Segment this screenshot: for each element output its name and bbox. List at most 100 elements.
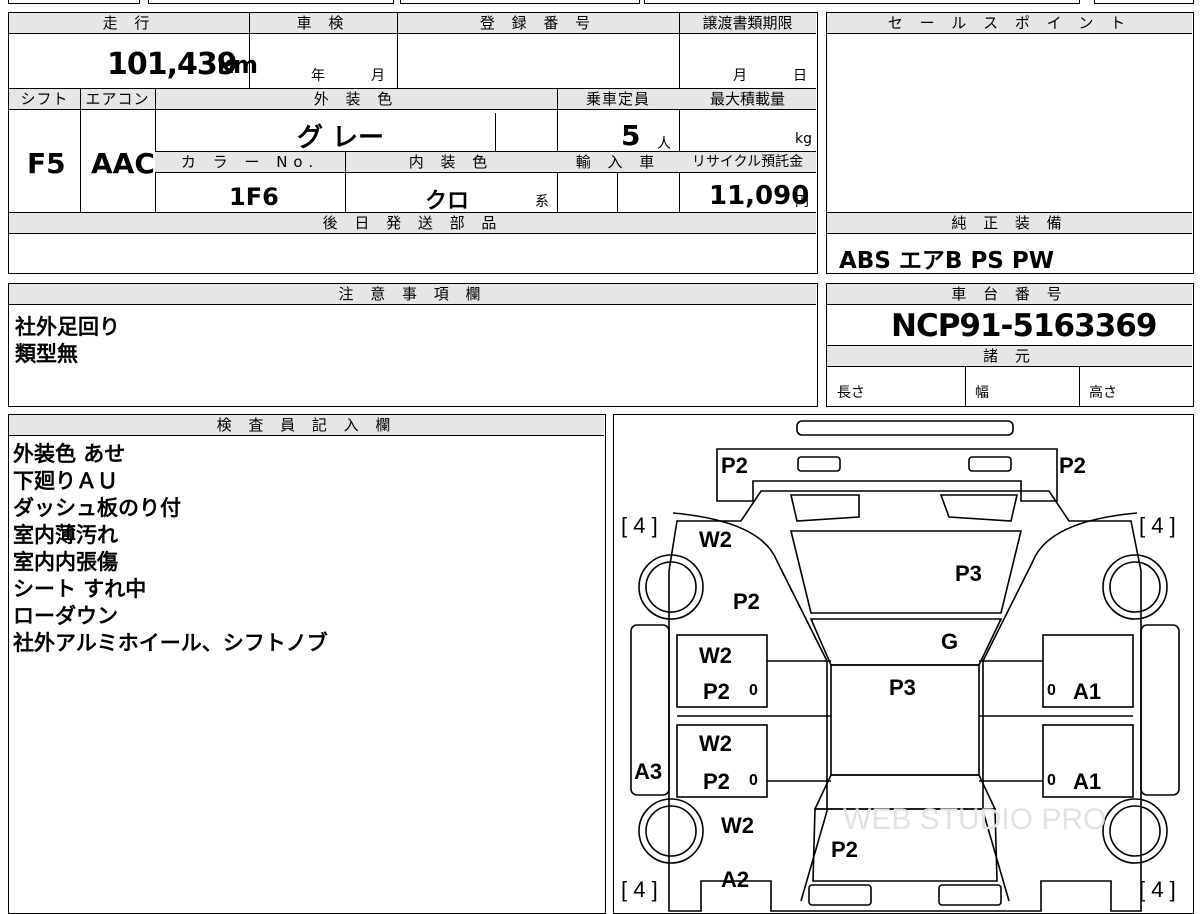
inspector-header: 検 査 員 記 入 欄: [9, 415, 604, 436]
rear-bumper-right-shape: [938, 884, 1002, 906]
code-label: W2: [721, 813, 754, 838]
deadline-day-unit: 日: [793, 68, 807, 84]
spec-height: 高さ: [1089, 385, 1117, 401]
windshield-shape: [809, 618, 1003, 666]
capacity-header: 乗車定員: [557, 89, 679, 110]
inspector-line: 室内内張傷: [13, 550, 118, 574]
zero-mark: 0: [1047, 772, 1056, 789]
car-diagram-box: [ 4 ] [ 4 ] [ 4 ] [ 4 ] P2 P2 W2 P2 P3 G…: [613, 414, 1194, 914]
tire-tr-label: [ 4 ]: [1139, 513, 1176, 538]
sales-point-block: セ ー ル ス ポ イ ン ト 純 正 装 備 ABS エアB PS PW: [826, 12, 1194, 274]
specs-header: 諸 元: [827, 346, 1192, 367]
zero-mark: 0: [749, 682, 758, 699]
vehicle-info-block: 走 行 車 検 登 録 番 号 譲渡書類期限 101,439 km 年 月 月 …: [8, 12, 818, 274]
standard-equipment-value: ABS エアB PS PW: [839, 248, 1055, 274]
headlight-right-shape: [939, 494, 1019, 522]
headlight-left-shape: [789, 494, 860, 522]
inspector-line: シート すれ中: [13, 577, 147, 601]
code-label: P2: [831, 837, 858, 862]
capacity-unit: 人: [657, 136, 671, 152]
tire-tl-label: [ 4 ]: [621, 513, 658, 538]
code-label: P2: [703, 679, 730, 704]
import-header: 輸 入 車: [557, 152, 679, 173]
recycle-unit: 円: [795, 194, 809, 210]
wheel-rear-left-shape: [638, 798, 704, 864]
shift-header: シフト: [9, 89, 80, 110]
code-label: G: [941, 629, 958, 654]
code-label: W2: [699, 643, 732, 668]
notes-line: 社外足回り: [15, 315, 120, 339]
interior-color-header: 内 装 色: [345, 152, 557, 173]
code-label: W2: [699, 731, 732, 756]
notes-lines: 社外足回り 類型無: [15, 314, 120, 368]
car-diagram: [ 4 ] [ 4 ] [ 4 ] [ 4 ] P2 P2 W2 P2 P3 G…: [621, 420, 1180, 912]
registration-header: 登 録 番 号: [397, 13, 679, 34]
wheel-front-left-shape: [638, 554, 704, 620]
deadline-month-unit: 月: [733, 68, 747, 84]
recycle-header: リサイクル預託金: [679, 152, 816, 173]
inspector-line: 外装色 あせ: [13, 442, 126, 466]
code-label: A1: [1073, 679, 1101, 704]
color-no-value: 1F6: [229, 183, 279, 211]
tire-br-label: [ 4 ]: [1139, 877, 1176, 902]
color-no-header: カ ラ ー No.: [155, 152, 345, 173]
inspector-lines: 外装色 あせ 下廻りＡＵ ダッシュ板のり付 室内薄汚れ 室内内張傷 シート すれ…: [13, 441, 328, 657]
notes-line: 類型無: [15, 342, 78, 366]
zero-mark: 0: [1047, 682, 1056, 699]
watermark: WEB STUDIO PRO: [843, 803, 1106, 836]
code-label: W2: [699, 527, 732, 552]
code-label: A1: [1073, 769, 1101, 794]
chassis-number: NCP91-5163369: [891, 308, 1157, 344]
chassis-header: 車 台 番 号: [827, 284, 1192, 305]
hood-shape: [789, 530, 1023, 614]
code-label: A2: [721, 867, 749, 892]
exterior-color-value: グ レー: [297, 123, 385, 153]
interior-color-suffix: 系: [535, 194, 549, 210]
chassis-block: 車 台 番 号 NCP91-5163369 諸 元 長さ 幅 高さ: [826, 283, 1194, 407]
wheel-front-right-shape: [1102, 554, 1168, 620]
max-load-unit: kg: [795, 131, 812, 147]
sill-right-shape: [1140, 624, 1180, 796]
notes-header: 注 意 事 項 欄: [9, 284, 816, 305]
wheel-rear-right-shape: [1102, 798, 1168, 864]
code-label: P2: [733, 589, 760, 614]
front-bumper-shape: [796, 420, 1014, 436]
inspection-header: 車 検: [249, 13, 397, 34]
inspector-line: 下廻りＡＵ: [13, 469, 118, 493]
exterior-color-header: 外 装 色: [155, 89, 557, 110]
shift-value: F5: [27, 147, 66, 180]
inspection-month-unit: 月: [371, 68, 385, 84]
inspector-line: ダッシュ板のり付: [13, 496, 181, 520]
code-label: A3: [634, 759, 662, 784]
inspector-line: 社外アルミホイール、シフトノブ: [13, 631, 328, 655]
inspector-line: ローダウン: [13, 604, 118, 628]
standard-equipment-header: 純 正 装 備: [827, 213, 1192, 234]
code-label: P2: [721, 453, 748, 478]
code-label: P3: [889, 675, 916, 700]
grille-right-shape: [968, 456, 1012, 472]
aircon-value: AAC: [91, 147, 155, 180]
aircon-header: エアコン: [80, 89, 155, 110]
spec-width: 幅: [975, 385, 989, 401]
spec-length: 長さ: [837, 385, 865, 401]
mileage-unit: km: [217, 51, 258, 79]
inspection-year-unit: 年: [311, 68, 325, 84]
inspector-block: 検 査 員 記 入 欄 外装色 あせ 下廻りＡＵ ダッシュ板のり付 室内薄汚れ …: [8, 414, 606, 914]
body-outline-shape: [668, 490, 1142, 912]
code-label: P2: [1059, 453, 1086, 478]
later-parts-header: 後 日 発 送 部 品: [9, 213, 816, 234]
notes-block: 注 意 事 項 欄 社外足回り 類型無: [8, 283, 818, 407]
grille-left-shape: [797, 456, 841, 472]
code-label: P3: [955, 561, 982, 586]
sales-point-header: セ ー ル ス ポ イ ン ト: [827, 13, 1192, 34]
capacity-value: 5: [621, 119, 641, 152]
transfer-deadline-header: 譲渡書類期限: [679, 13, 816, 34]
zero-mark: 0: [749, 772, 758, 789]
tire-bl-label: [ 4 ]: [621, 877, 658, 902]
inspector-line: 室内薄汚れ: [13, 523, 118, 547]
interior-color-value: クロ: [425, 189, 470, 214]
code-label: P2: [703, 769, 730, 794]
max-load-header: 最大積載量: [679, 89, 816, 110]
rear-bumper-left-shape: [808, 884, 872, 906]
mileage-header: 走 行: [9, 13, 249, 34]
